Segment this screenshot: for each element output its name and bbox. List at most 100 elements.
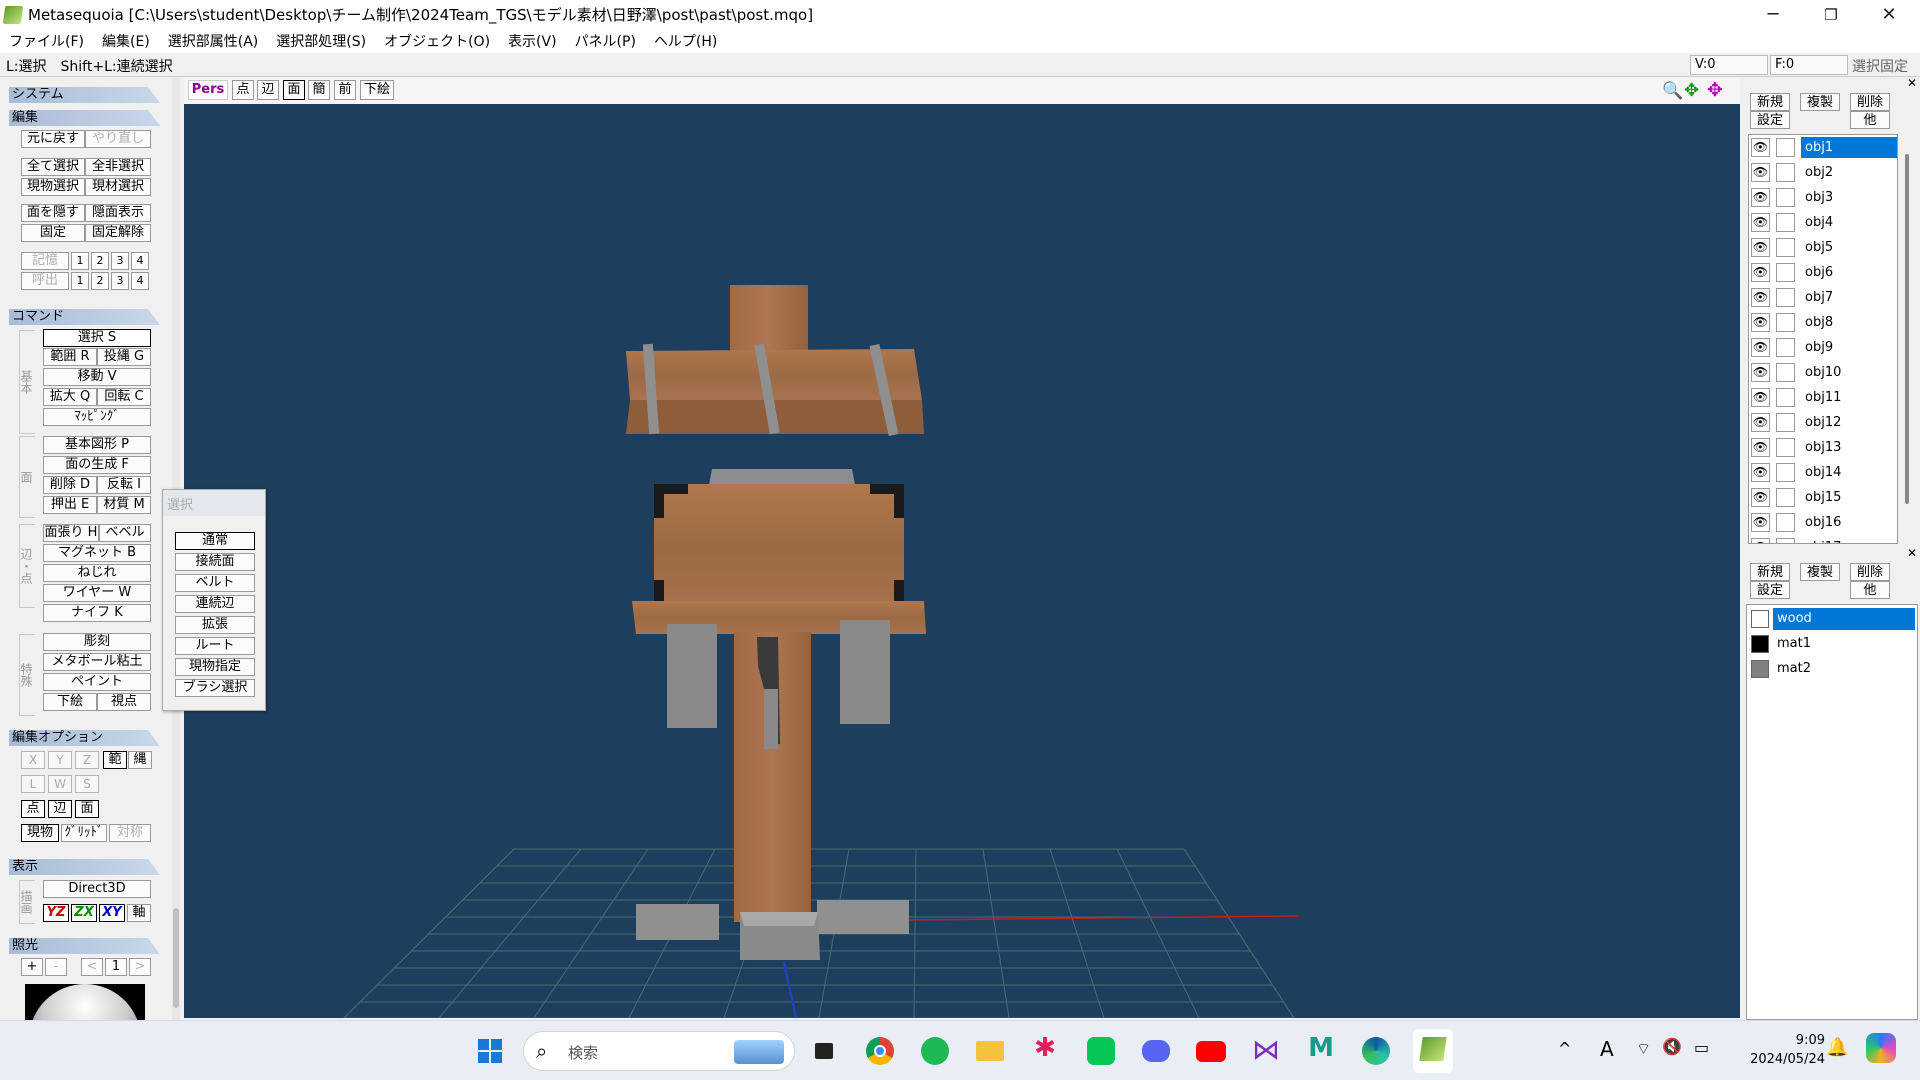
- object-name[interactable]: obj7: [1801, 287, 1897, 308]
- task-view-icon[interactable]: [806, 1033, 842, 1069]
- visual-studio-icon[interactable]: ⋈: [1248, 1033, 1284, 1069]
- visibility-eye-icon[interactable]: 👁: [1751, 213, 1770, 232]
- face-generate-tool-button[interactable]: 面の生成 F: [43, 456, 151, 474]
- select-edge-loop-option[interactable]: 連続辺: [175, 595, 255, 613]
- light-next-button[interactable]: >: [129, 958, 151, 976]
- lock-toggle[interactable]: [1776, 138, 1795, 157]
- underlay-toggle[interactable]: 下絵: [360, 80, 394, 100]
- world-toggle[interactable]: W: [48, 775, 72, 793]
- lock-toggle[interactable]: [1776, 488, 1795, 507]
- lock-toggle[interactable]: [1776, 388, 1795, 407]
- section-display[interactable]: 表示: [9, 859, 160, 875]
- object-delete-button[interactable]: 削除: [1850, 93, 1890, 111]
- object-name[interactable]: obj1: [1801, 137, 1897, 158]
- visibility-eye-icon[interactable]: 👁: [1751, 338, 1770, 357]
- section-system[interactable]: システム: [9, 87, 160, 103]
- select-all-button[interactable]: 全て選択: [21, 158, 85, 176]
- object-row[interactable]: 👁 obj11: [1749, 385, 1897, 410]
- section-command[interactable]: コマンド: [9, 309, 160, 325]
- lock-toggle[interactable]: [1776, 438, 1795, 457]
- select-normal-option[interactable]: 通常: [175, 532, 255, 550]
- material-name[interactable]: mat2: [1773, 658, 1915, 680]
- memory-slot-1[interactable]: 1: [71, 252, 89, 270]
- menu-panel[interactable]: パネル(P): [566, 31, 645, 51]
- memory-slot-2[interactable]: 2: [91, 252, 109, 270]
- battery-icon[interactable]: ▭: [1694, 1038, 1709, 1057]
- spotify-icon[interactable]: [917, 1033, 953, 1069]
- grid-toggle[interactable]: ｸﾞﾘｯﾄﾞ: [61, 824, 107, 842]
- zx-view-toggle[interactable]: ZX: [71, 904, 97, 922]
- taskbar-clock[interactable]: 9:09 2024/05/24: [1735, 1031, 1825, 1069]
- visibility-eye-icon[interactable]: 👁: [1751, 363, 1770, 382]
- extrude-tool-button[interactable]: 押出 E: [43, 496, 97, 514]
- object-name[interactable]: obj8: [1801, 312, 1897, 333]
- visibility-eye-icon[interactable]: 👁: [1751, 463, 1770, 482]
- object-name[interactable]: obj16: [1801, 512, 1897, 533]
- delete-tool-button[interactable]: 削除 D: [43, 476, 97, 494]
- underlay-tool-button[interactable]: 下絵: [43, 693, 97, 711]
- material-other-button[interactable]: 他: [1850, 581, 1890, 599]
- twist-tool-button[interactable]: ねじれ: [43, 564, 151, 582]
- symmetry-toggle[interactable]: 対称: [109, 824, 151, 842]
- object-row[interactable]: 👁 obj17: [1749, 535, 1897, 543]
- flip-tool-button[interactable]: 反転 I: [97, 476, 151, 494]
- object-name[interactable]: obj14: [1801, 462, 1897, 483]
- object-row[interactable]: 👁 obj2: [1749, 160, 1897, 185]
- select-belt-option[interactable]: ベルト: [175, 574, 255, 592]
- select-route-option[interactable]: ルート: [175, 637, 255, 655]
- visibility-eye-icon[interactable]: 👁: [1751, 188, 1770, 207]
- object-copy-button[interactable]: 複製: [1800, 93, 1840, 111]
- edge-icon[interactable]: [1358, 1033, 1394, 1069]
- slack-icon[interactable]: ✱: [1027, 1033, 1063, 1069]
- chrome-icon[interactable]: [862, 1033, 898, 1069]
- object-name[interactable]: obj15: [1801, 487, 1897, 508]
- menu-selection-process[interactable]: 選択部処理(S): [267, 31, 375, 51]
- object-panel-close-icon[interactable]: ✕: [1907, 76, 1917, 90]
- wifi-icon[interactable]: ⌔: [1636, 1039, 1651, 1059]
- undo-button[interactable]: 元に戻す: [21, 130, 85, 148]
- material-row[interactable]: mat1: [1747, 632, 1917, 656]
- object-row[interactable]: 👁 obj12: [1749, 410, 1897, 435]
- object-row[interactable]: 👁 obj15: [1749, 485, 1897, 510]
- magnet-tool-button[interactable]: マグネット B: [43, 544, 151, 562]
- visibility-eye-icon[interactable]: 👁: [1751, 513, 1770, 532]
- section-edit-options[interactable]: 編集オプション: [9, 730, 160, 746]
- notification-bell-icon[interactable]: 🔔: [1826, 1037, 1848, 1058]
- edge-mode-toggle[interactable]: 辺: [48, 800, 72, 818]
- front-toggle[interactable]: 前: [334, 80, 356, 100]
- lock-toggle[interactable]: [1776, 538, 1795, 543]
- file-explorer-icon[interactable]: [972, 1033, 1008, 1069]
- copilot-icon[interactable]: [1866, 1033, 1896, 1063]
- visibility-eye-icon[interactable]: 👁: [1751, 263, 1770, 282]
- scale-tool-button[interactable]: 拡大 Q: [43, 388, 97, 406]
- axis-toggle[interactable]: 軸: [127, 904, 151, 922]
- minimize-button[interactable]: ─: [1744, 0, 1802, 29]
- light-sphere-preview[interactable]: [25, 984, 145, 1020]
- lock-toggle[interactable]: [1776, 413, 1795, 432]
- visibility-eye-icon[interactable]: 👁: [1751, 138, 1770, 157]
- section-lighting[interactable]: 照光: [9, 938, 160, 954]
- 3d-viewport[interactable]: [184, 104, 1740, 1018]
- object-name[interactable]: obj5: [1801, 237, 1897, 258]
- local-toggle[interactable]: L: [21, 775, 45, 793]
- object-name[interactable]: obj17: [1801, 537, 1897, 543]
- memory-slot-3[interactable]: 3: [111, 252, 129, 270]
- visibility-eye-icon[interactable]: 👁: [1751, 438, 1770, 457]
- simple-display-toggle[interactable]: 簡: [308, 80, 330, 100]
- lock-toggle[interactable]: [1776, 263, 1795, 282]
- lock-toggle[interactable]: [1776, 238, 1795, 257]
- menu-selection-attributes[interactable]: 選択部属性(A): [159, 31, 268, 51]
- pan-icon[interactable]: ✥: [1684, 80, 1704, 101]
- redo-button[interactable]: やり直し: [85, 130, 151, 148]
- material-delete-button[interactable]: 削除: [1850, 563, 1890, 581]
- select-tool-button[interactable]: 選択 S: [43, 329, 151, 347]
- range-option-toggle[interactable]: 範: [103, 751, 127, 769]
- material-row[interactable]: mat2: [1747, 657, 1917, 681]
- select-brush-option[interactable]: ブラシ選択: [175, 679, 255, 697]
- object-row[interactable]: 👁 obj1: [1749, 135, 1897, 160]
- paint-tool-button[interactable]: ペイント: [43, 673, 151, 691]
- object-row[interactable]: 👁 obj6: [1749, 260, 1897, 285]
- metasequoia-taskbar-icon[interactable]: [1413, 1029, 1453, 1073]
- select-expand-option[interactable]: 拡張: [175, 616, 255, 634]
- screen-toggle[interactable]: S: [75, 775, 99, 793]
